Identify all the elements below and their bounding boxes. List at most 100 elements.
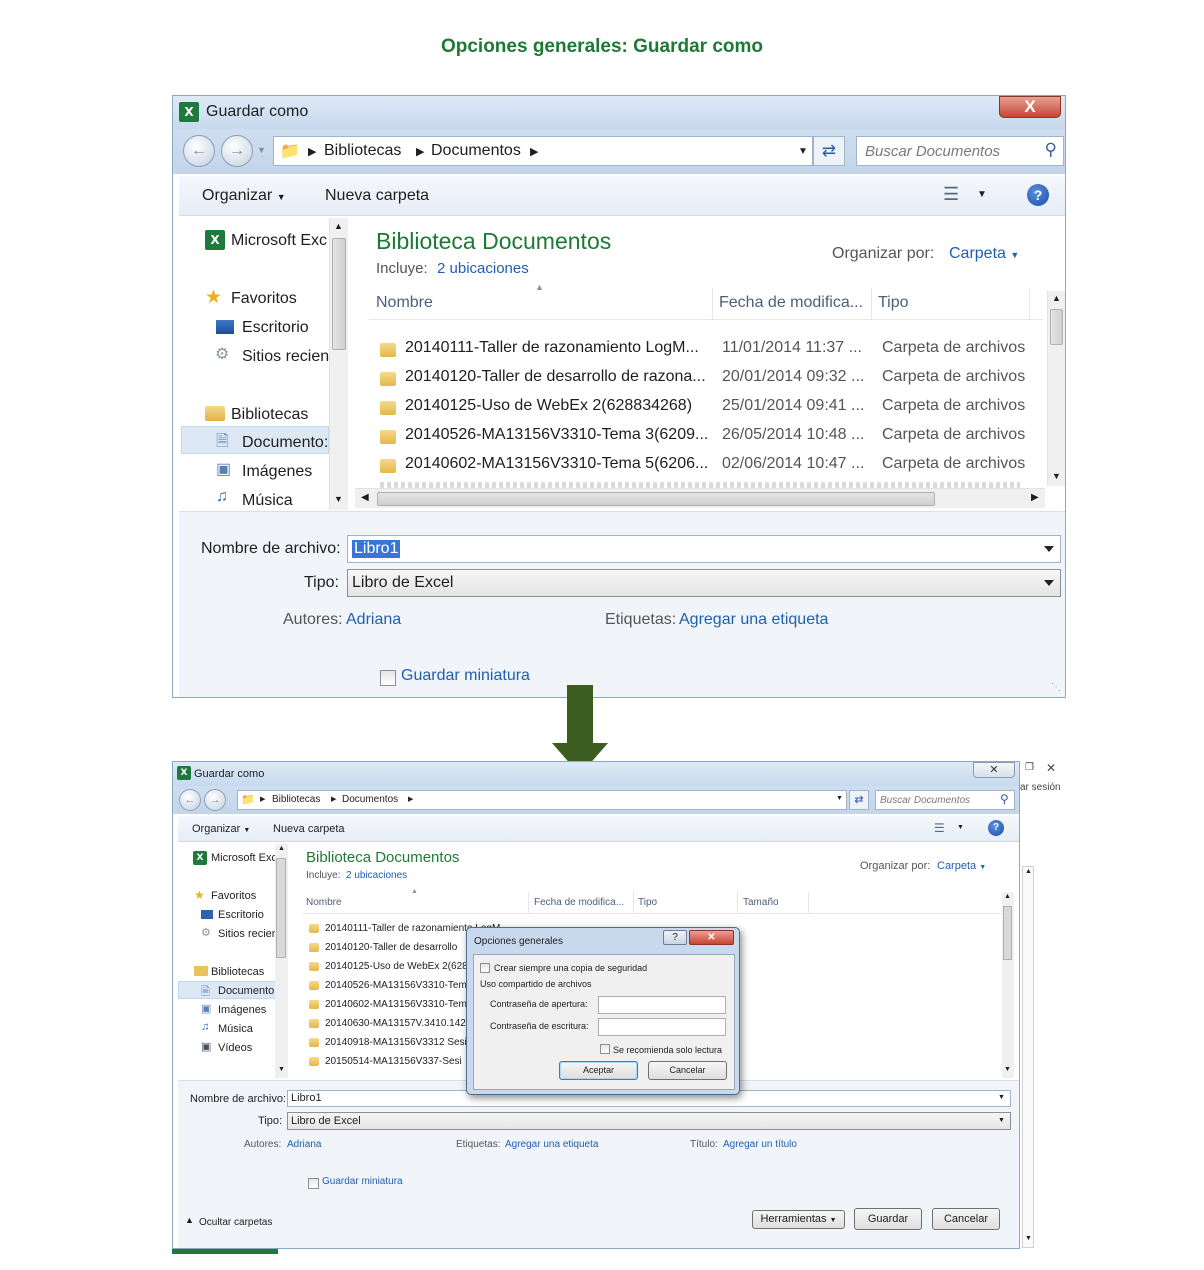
column-date[interactable]: Fecha de modifica... [534,897,624,908]
view-dropdown-icon[interactable]: ▼ [957,824,964,831]
column-size[interactable]: Tamaño [743,897,779,908]
filename-dropdown-icon[interactable] [1044,546,1054,552]
file-list-horizontal-scrollbar[interactable]: ◀ ▶ [355,488,1045,508]
file-type-dropdown-icon[interactable] [1044,580,1054,586]
help-icon[interactable]: ? [988,820,1004,836]
scroll-thumb[interactable] [1003,906,1012,960]
window-close-icon[interactable]: ✕ [1046,761,1056,775]
nav-item-images[interactable]: Imágenes [242,463,312,481]
thumbnail-checkbox[interactable] [380,670,396,686]
back-icon[interactable]: ← [183,135,215,167]
nav-item-images[interactable]: Imágenes [218,1004,266,1016]
file-row[interactable]: 20140111-Taller de razonamiento LogM... … [353,339,1025,367]
tools-button[interactable]: Herramientas ▼ [752,1210,845,1229]
help-icon[interactable]: ? [1027,184,1049,206]
address-dropdown-icon[interactable]: ▼ [798,146,808,157]
authors-link[interactable]: Adriana [287,1139,321,1150]
title-link[interactable]: Agregar un título [723,1139,797,1150]
refresh-icon[interactable]: ⇄ [813,136,845,166]
file-row[interactable]: 20140526-MA13156V3310-Tema 3(6209... 26/… [353,426,1025,454]
thumbnail-label[interactable]: Guardar miniatura [401,667,530,685]
nav-item-libraries[interactable]: Bibliotecas [231,406,308,424]
open-password-input[interactable] [598,996,726,1014]
history-dropdown-icon[interactable]: ▼ [257,145,266,155]
file-row[interactable]: 20140120-Taller de desarrollo de razona.… [353,368,1025,396]
navigation-scrollbar[interactable]: ▲ ▼ [329,218,348,510]
scroll-thumb[interactable] [377,492,935,506]
scroll-thumb[interactable] [1050,309,1063,345]
scroll-thumb[interactable] [276,858,286,958]
file-row[interactable]: 20140125-Uso de WebEx 2(628834268) 25/01… [353,397,1025,425]
options-cancel-button[interactable]: Cancelar [648,1061,727,1080]
window-restore-icon[interactable]: ❐ [1025,762,1034,773]
new-folder-button[interactable]: Nueva carpeta [325,187,429,205]
resize-grip-icon[interactable]: ⋱ [1051,682,1061,693]
thumbnail-checkbox[interactable] [308,1178,319,1189]
nav-item-desktop[interactable]: Escritorio [218,909,264,921]
view-options-icon[interactable]: ☰ [934,821,945,835]
file-list-vertical-scrollbar[interactable]: ▲ ▼ [1047,291,1065,486]
tags-link[interactable]: Agregar una etiqueta [679,611,828,629]
file-row[interactable]: 20140602-MA13156V3310-Tema 5(6206... 02/… [353,455,1025,483]
address-bar[interactable]: 📁 ▶ Bibliotecas ▶ Documentos ▶ ▼ [273,136,813,166]
ok-button[interactable]: Aceptar [559,1061,638,1080]
address-dropdown-icon[interactable]: ▼ [836,795,843,802]
cancel-button[interactable]: Cancelar [932,1208,1000,1230]
column-name[interactable]: Nombre [376,294,433,312]
back-icon[interactable]: ← [179,789,201,811]
nav-item-excel[interactable]: Microsoft Exc [231,232,327,250]
forward-icon[interactable]: → [221,135,253,167]
nav-item-documents[interactable]: Documento: [242,434,328,452]
nav-item-recent[interactable]: Sitios recien [218,928,278,940]
filename-dropdown-icon[interactable]: ▼ [998,1094,1005,1101]
sign-in-fragment[interactable]: ar sesión [1020,782,1061,793]
file-type-select[interactable]: Libro de Excel [347,569,1061,597]
file-list-vertical-scrollbar[interactable]: ▲ ▼ [1002,892,1014,1078]
authors-link[interactable]: Adriana [346,611,401,629]
breadcrumb-documentos[interactable]: Documentos [431,142,521,160]
nav-item-recent[interactable]: Sitios recien [242,348,329,366]
column-type[interactable]: Tipo [878,294,909,312]
backup-label[interactable]: Crear siempre una copia de seguridad [494,963,647,973]
tags-link[interactable]: Agregar una etiqueta [505,1139,598,1150]
readonly-checkbox[interactable] [600,1044,610,1054]
address-bar[interactable]: 📁 ▶ Bibliotecas ▶ Documentos ▶ ▼ [237,790,847,810]
close-button[interactable]: ✕ [973,762,1015,778]
refresh-icon[interactable]: ⇄ [849,790,869,810]
readonly-label[interactable]: Se recomienda solo lectura [613,1045,722,1055]
backup-checkbox[interactable] [480,963,490,973]
nav-item-music[interactable]: Música [218,1023,253,1035]
organize-menu[interactable]: Organizar ▼ [192,823,250,835]
nav-item-favorites[interactable]: Favoritos [231,290,297,308]
nav-item-libraries[interactable]: Bibliotecas [211,966,264,978]
nav-item-excel[interactable]: Microsoft Exc [211,852,277,864]
breadcrumb-documentos[interactable]: Documentos [342,794,398,805]
forward-icon[interactable]: → [204,789,226,811]
save-button[interactable]: Guardar [854,1208,922,1230]
includes-link[interactable]: 2 ubicaciones [346,870,407,881]
view-options-icon[interactable]: ☰ [943,184,959,205]
search-input[interactable]: Buscar Documentos ⚲ [856,136,1064,166]
organize-menu[interactable]: Organizar ▼ [202,187,286,205]
nav-item-favorites[interactable]: Favoritos [211,890,256,902]
filename-input[interactable]: Libro1 [347,535,1061,563]
nav-item-music[interactable]: Música [242,492,293,510]
breadcrumb-bibliotecas[interactable]: Bibliotecas [272,794,320,805]
options-close-button[interactable]: ✕ [689,930,734,945]
column-date[interactable]: Fecha de modifica... [719,294,863,312]
write-password-input[interactable] [598,1018,726,1036]
hide-folders-icon[interactable]: ▲ [185,1215,194,1225]
close-button[interactable]: X [999,96,1061,118]
file-type-dropdown-icon[interactable]: ▼ [998,1117,1005,1124]
column-name[interactable]: Nombre [306,897,342,908]
thumbnail-label[interactable]: Guardar miniatura [322,1176,403,1187]
includes-link[interactable]: 2 ubicaciones [437,260,529,277]
scroll-thumb[interactable] [332,238,346,350]
view-dropdown-icon[interactable]: ▼ [977,189,987,200]
search-input[interactable]: Buscar Documentos ⚲ [875,790,1015,810]
new-folder-button[interactable]: Nueva carpeta [273,823,345,835]
help-button[interactable]: ? [663,930,687,945]
breadcrumb-bibliotecas[interactable]: Bibliotecas [324,142,401,160]
file-type-select[interactable]: Libro de Excel ▼ [287,1112,1011,1130]
hide-folders-button[interactable]: Ocultar carpetas [199,1217,272,1228]
